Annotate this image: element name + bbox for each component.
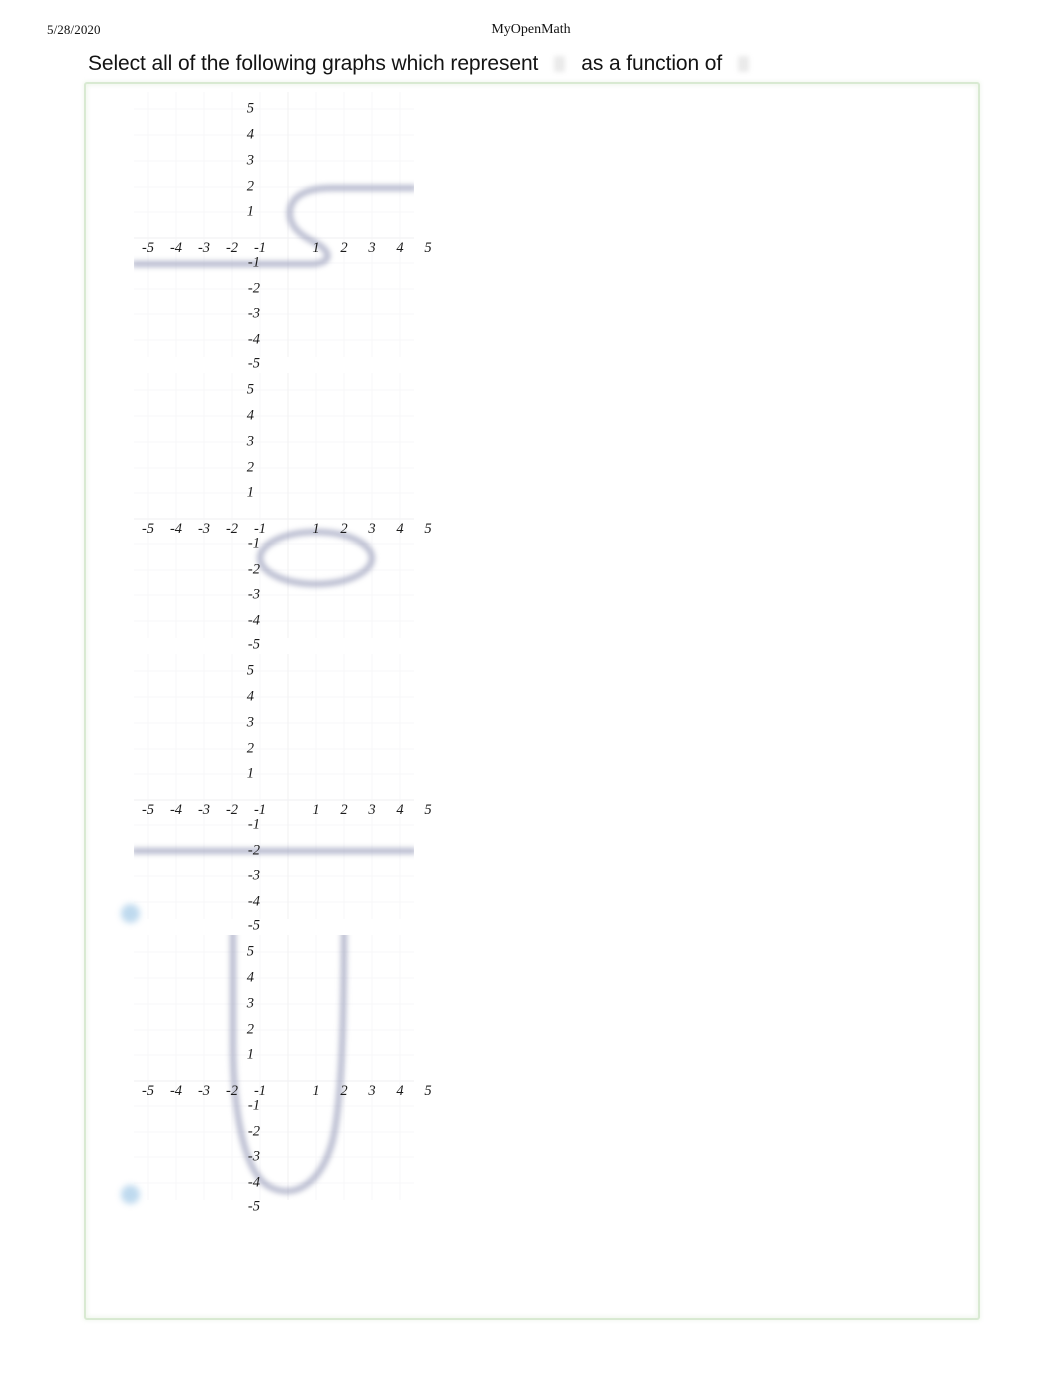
x-tick-4-p5: 5 <box>424 1083 432 1099</box>
y-tick-1-4: 4 <box>246 126 254 143</box>
x-tick-3-p5: 5 <box>424 802 432 818</box>
x-tick-2-n4: -4 <box>169 521 183 537</box>
x-tick-2-n1: -1 <box>253 521 267 537</box>
x-tick-1-p4: 4 <box>396 240 404 256</box>
answer-choice-4[interactable]: 5 4 3 2 1 -1 -2 -3 -4 -5 -5 -4 -3 -2 -1 … <box>86 927 432 1215</box>
answer-choice-3[interactable]: 5 4 3 2 1 -1 -2 -3 -4 -5 -5 -4 -3 -2 -1 … <box>86 646 432 934</box>
question-text-before: Select all of the following graphs which… <box>88 52 539 75</box>
math-variable-y <box>554 56 566 73</box>
y-tick-4-1: 1 <box>246 1046 254 1063</box>
y-tick-3-n3: -3 <box>247 867 260 884</box>
x-tick-3-n1: -1 <box>253 802 267 818</box>
y-tick-3-1: 1 <box>246 765 254 782</box>
x-tick-1-n5: -5 <box>141 240 155 256</box>
y-tick-3-4: 4 <box>246 688 254 705</box>
x-tick-3-n4: -4 <box>169 802 183 818</box>
y-tick-4-n1: -1 <box>247 1097 260 1114</box>
graph-choice-4: 5 4 3 2 1 -1 -2 -3 -4 -5 -5 -4 -3 -2 -1 … <box>134 935 432 1215</box>
y-tick-2-n3: -3 <box>247 586 260 603</box>
y-tick-2-3: 3 <box>246 433 254 450</box>
y-tick-4-5: 5 <box>246 943 254 960</box>
x-tick-4-p3: 3 <box>368 1083 376 1099</box>
x-tick-1-n3: -3 <box>197 240 211 256</box>
x-tick-4-p1: 1 <box>312 1083 320 1099</box>
x-tick-1-p2: 2 <box>340 240 348 256</box>
x-tick-4-n4: -4 <box>169 1083 183 1099</box>
x-tick-2-n3: -3 <box>197 521 211 537</box>
y-tick-2-2: 2 <box>246 459 254 476</box>
x-tick-3-n3: -3 <box>197 802 211 818</box>
x-tick-1-n2: -2 <box>225 240 239 256</box>
print-header: 5/28/2020 MyOpenMath <box>0 22 1062 42</box>
x-tick-1-p1: 1 <box>312 240 320 256</box>
answer-choice-2[interactable]: 5 4 3 2 1 -1 -2 -3 -4 -5 -5 -4 -3 -2 -1 … <box>86 365 432 653</box>
y-tick-2-n1: -1 <box>247 535 260 552</box>
answer-choices-container: 5 4 3 2 1 -1 -2 -3 -4 -5 -5 -4 -3 -2 -1 … <box>84 82 980 1320</box>
math-variable-x <box>738 56 750 73</box>
graph-choice-2: 5 4 3 2 1 -1 -2 -3 -4 -5 -5 -4 -3 -2 -1 … <box>134 373 432 653</box>
page-title: Select all of the following graphs which… <box>88 52 750 76</box>
x-tick-2-p2: 2 <box>340 521 348 537</box>
x-tick-3-p1: 1 <box>312 802 320 818</box>
y-tick-4-n2: -2 <box>247 1123 260 1140</box>
y-tick-1-n4: -4 <box>247 331 260 348</box>
x-tick-4-p2: 2 <box>340 1083 348 1099</box>
y-tick-4-n5: -5 <box>247 1198 260 1215</box>
x-tick-2-n2: -2 <box>225 521 239 537</box>
y-tick-4-4: 4 <box>246 969 254 986</box>
y-tick-3-n4: -4 <box>247 893 260 910</box>
y-tick-4-3: 3 <box>246 995 254 1012</box>
y-tick-1-3: 3 <box>246 152 254 169</box>
y-tick-3-n1: -1 <box>247 816 260 833</box>
x-tick-4-n5: -5 <box>141 1083 155 1099</box>
x-tick-3-n5: -5 <box>141 802 155 818</box>
x-tick-2-p5: 5 <box>424 521 432 537</box>
y-tick-1-n3: -3 <box>247 305 260 322</box>
x-tick-4-n3: -3 <box>197 1083 211 1099</box>
y-tick-4-n4: -4 <box>247 1174 260 1191</box>
y-tick-2-5: 5 <box>246 381 254 398</box>
y-tick-4-n3: -3 <box>247 1148 260 1165</box>
worksheet-page: 5/28/2020 MyOpenMath Select all of the f… <box>0 0 1062 1376</box>
y-tick-2-n4: -4 <box>247 612 260 629</box>
x-tick-2-n5: -5 <box>141 521 155 537</box>
x-tick-1-n1: -1 <box>253 240 267 256</box>
y-tick-1-1: 1 <box>246 203 254 220</box>
x-tick-1-p3: 3 <box>368 240 376 256</box>
x-tick-2-p1: 1 <box>312 521 320 537</box>
x-tick-1-n4: -4 <box>169 240 183 256</box>
x-tick-2-p3: 3 <box>368 521 376 537</box>
y-tick-3-n2: -2 <box>247 842 260 859</box>
x-tick-3-p2: 2 <box>340 802 348 818</box>
y-tick-3-3: 3 <box>246 714 254 731</box>
site-name: MyOpenMath <box>491 22 571 37</box>
y-tick-1-n1: -1 <box>247 254 260 271</box>
y-tick-1-2: 2 <box>246 178 254 195</box>
y-tick-1-n2: -2 <box>247 280 260 297</box>
x-tick-4-p4: 4 <box>396 1083 404 1099</box>
x-tick-3-n2: -2 <box>225 802 239 818</box>
y-tick-3-2: 2 <box>246 740 254 757</box>
x-tick-2-p4: 4 <box>396 521 404 537</box>
y-tick-2-n2: -2 <box>247 561 260 578</box>
y-tick-2-4: 4 <box>246 407 254 424</box>
x-tick-4-n2: -2 <box>225 1083 239 1099</box>
x-tick-3-p3: 3 <box>368 802 376 818</box>
answer-choice-1[interactable]: 5 4 3 2 1 -1 -2 -3 -4 -5 -5 -4 -3 -2 -1 … <box>86 84 432 372</box>
x-tick-1-p5: 5 <box>424 240 432 256</box>
x-tick-3-p4: 4 <box>396 802 404 818</box>
question-text-middle: as a function of <box>581 52 723 75</box>
y-tick-1-5: 5 <box>246 100 254 117</box>
y-tick-2-1: 1 <box>246 484 254 501</box>
y-tick-4-2: 2 <box>246 1021 254 1038</box>
graph-choice-3: 5 4 3 2 1 -1 -2 -3 -4 -5 -5 -4 -3 -2 -1 … <box>134 654 432 934</box>
graph-choice-1: 5 4 3 2 1 -1 -2 -3 -4 -5 -5 -4 -3 -2 -1 … <box>134 92 432 372</box>
y-tick-3-5: 5 <box>246 662 254 679</box>
x-tick-4-n1: -1 <box>253 1083 267 1099</box>
